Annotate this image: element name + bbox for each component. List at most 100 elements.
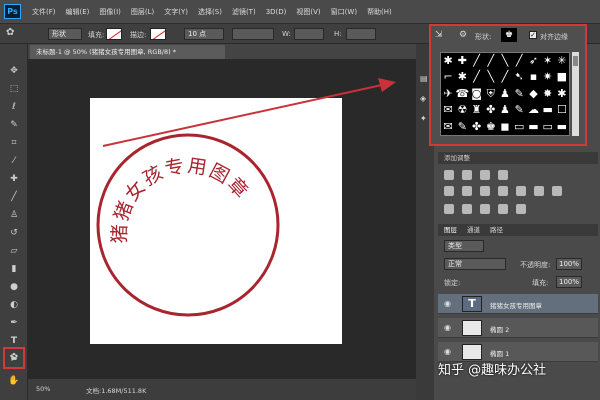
zoom-level[interactable]: 50% — [36, 385, 50, 393]
scrollbar-thumb[interactable] — [573, 56, 578, 66]
shape-swatch[interactable]: ✎ — [512, 86, 526, 102]
shape-swatch[interactable]: ✤ — [469, 119, 483, 135]
shape-swatch[interactable]: ✚ — [455, 53, 469, 69]
hue-sat-icon[interactable] — [462, 186, 472, 196]
layers-panel-tabs: 图层 通道 路径 — [438, 224, 598, 236]
photo-filter-icon[interactable] — [516, 186, 526, 196]
document-size-info: 文档:1.68M/511.8K — [86, 387, 147, 395]
lock-label: 锁定: — [444, 279, 461, 287]
align-edges-checkbox[interactable]: ✓ — [529, 31, 537, 39]
curves-icon[interactable] — [480, 170, 490, 180]
shape-swatch[interactable]: ▭ — [512, 119, 526, 135]
posterize-icon[interactable] — [462, 204, 472, 214]
shape-swatch[interactable]: ╱ — [484, 53, 498, 69]
shape-swatch[interactable]: ✎ — [455, 119, 469, 135]
selective-color-icon[interactable] — [516, 204, 526, 214]
shape-swatch[interactable]: ✉ — [441, 102, 455, 118]
fill-opacity-label: 填充: — [532, 279, 549, 287]
shape-swatch[interactable]: ✱ — [555, 86, 569, 102]
shape-swatch[interactable]: ╱ — [469, 69, 483, 85]
shape-swatch[interactable]: ▬ — [555, 119, 569, 135]
shape-swatch[interactable]: ✉ — [441, 119, 455, 135]
shape-label: 形状: — [475, 33, 492, 41]
shape-swatch[interactable]: ╲ — [498, 53, 512, 69]
shape-swatch[interactable]: ▬ — [541, 102, 555, 118]
levels-icon[interactable] — [462, 170, 472, 180]
shape-swatch[interactable]: ✤ — [484, 102, 498, 118]
properties-panel-icon[interactable]: ◈ — [420, 94, 426, 103]
fill-opacity-input[interactable]: 100% — [556, 276, 582, 288]
shape-swatch[interactable]: ✱ — [441, 53, 455, 69]
align-edges-label: 对齐边缘 — [540, 33, 568, 41]
blend-mode-select[interactable]: 正常 — [444, 258, 506, 270]
shape-swatch[interactable]: ☐ — [555, 102, 569, 118]
shape-swatch[interactable]: ♚ — [484, 119, 498, 135]
layer-kind-filter[interactable]: 类型 — [444, 240, 484, 252]
shape-swatch[interactable]: ✸ — [541, 86, 555, 102]
shape-swatch[interactable]: ✈ — [441, 86, 455, 102]
shape-swatch[interactable]: ▭ — [541, 119, 555, 135]
shape-swatch[interactable]: ⛨ — [484, 86, 498, 102]
shape-swatch[interactable]: ✳ — [555, 53, 569, 69]
exposure-icon[interactable] — [498, 170, 508, 180]
shape-swatch[interactable]: ✱ — [455, 69, 469, 85]
shape-swatch[interactable]: ♟ — [498, 102, 512, 118]
shape-swatch[interactable]: ╲ — [484, 69, 498, 85]
layer-thumbnail — [462, 344, 482, 360]
history-panel-icon[interactable]: ▤ — [420, 74, 428, 83]
shape-swatch[interactable]: ◙ — [469, 86, 483, 102]
shape-swatch[interactable]: ╱ — [512, 53, 526, 69]
shape-swatch[interactable]: ♟ — [498, 86, 512, 102]
shape-swatch[interactable]: ☎ — [455, 86, 469, 102]
shape-options-icon[interactable]: ⇲ — [435, 30, 443, 40]
vibrance-icon[interactable] — [444, 186, 454, 196]
shape-swatch[interactable]: ☁ — [526, 102, 540, 118]
visibility-eye-icon[interactable]: ◉ — [444, 299, 454, 309]
adjustments-row-2 — [444, 186, 562, 196]
adjustments-panel-title: 添加调整 — [438, 152, 598, 164]
lookup-icon[interactable] — [552, 186, 562, 196]
brightness-icon[interactable] — [444, 170, 454, 180]
adjustments-row-1 — [444, 170, 508, 180]
opacity-input[interactable]: 100% — [556, 258, 582, 270]
tab-channels[interactable]: 通道 — [467, 224, 480, 236]
layer-name: 椭圆 2 — [490, 326, 510, 334]
shape-swatch[interactable]: ◼ — [498, 119, 512, 135]
shape-grid-scrollbar[interactable] — [572, 52, 579, 136]
watermark: 知乎 @趣味办公社 — [438, 363, 547, 378]
brush-panel-icon[interactable]: ✦ — [420, 114, 427, 123]
shape-swatch[interactable]: ➷ — [512, 69, 526, 85]
shape-swatch[interactable]: ✷ — [541, 69, 555, 85]
channel-mixer-icon[interactable] — [534, 186, 544, 196]
invert-icon[interactable] — [444, 204, 454, 214]
shape-swatch[interactable]: ➶ — [526, 53, 540, 69]
layer-name: 猪猪女孩专用图章 — [490, 302, 542, 310]
layer-row[interactable]: ◉ T 猪猪女孩专用图章 — [438, 294, 598, 314]
shape-swatch[interactable]: ✶ — [541, 53, 555, 69]
shape-swatch[interactable]: ▪ — [526, 69, 540, 85]
color-balance-icon[interactable] — [480, 186, 490, 196]
shape-swatch[interactable]: ✎ — [512, 102, 526, 118]
selected-shape-preview[interactable]: ♚ — [501, 28, 517, 42]
shape-swatch[interactable]: ╱ — [469, 53, 483, 69]
shape-picker-panel: ⇲ ⚙ 形状: ♚ ✓ 对齐边缘 ✱ ✚ ╱ ╱ ╲ ╱ ➶ ✶ ✳ ⌐ ✱ ╱ ╲ ╱ ➷ ▪ ✷ ■ ✈ ☎ ◙ ⛨ ♟… — [429, 24, 587, 146]
visibility-eye-icon[interactable]: ◉ — [444, 323, 454, 333]
shape-swatch[interactable]: ■ — [555, 69, 569, 85]
layer-name: 椭圆 1 — [490, 350, 510, 358]
visibility-eye-icon[interactable]: ◉ — [444, 347, 454, 357]
tab-layers[interactable]: 图层 — [444, 224, 457, 236]
layer-row[interactable]: ◉ 椭圆 2 — [438, 318, 598, 338]
shape-swatch[interactable]: ☢ — [455, 102, 469, 118]
shape-swatch[interactable]: ⌐ — [441, 69, 455, 85]
gradient-map-icon[interactable] — [498, 204, 508, 214]
shape-swatch[interactable]: ◆ — [526, 86, 540, 102]
shape-grid[interactable]: ✱ ✚ ╱ ╱ ╲ ╱ ➶ ✶ ✳ ⌐ ✱ ╱ ╲ ╱ ➷ ▪ ✷ ■ ✈ ☎ ◙ ⛨ ♟ ✎ ◆ ✸ ✱ ✉ ☢ ♜ ✤ ♟ ✎ ☁ ▬ ☐ ✉ ✎ ✤ ♚… — [440, 52, 570, 136]
shape-swatch[interactable]: ♜ — [469, 102, 483, 118]
tab-paths[interactable]: 路径 — [490, 224, 503, 236]
settings-gear-icon[interactable]: ⚙ — [459, 30, 467, 40]
opacity-label: 不透明度: — [520, 261, 551, 269]
threshold-icon[interactable] — [480, 204, 490, 214]
shape-swatch[interactable]: ▬ — [526, 119, 540, 135]
shape-swatch[interactable]: ╱ — [498, 69, 512, 85]
bw-icon[interactable] — [498, 186, 508, 196]
